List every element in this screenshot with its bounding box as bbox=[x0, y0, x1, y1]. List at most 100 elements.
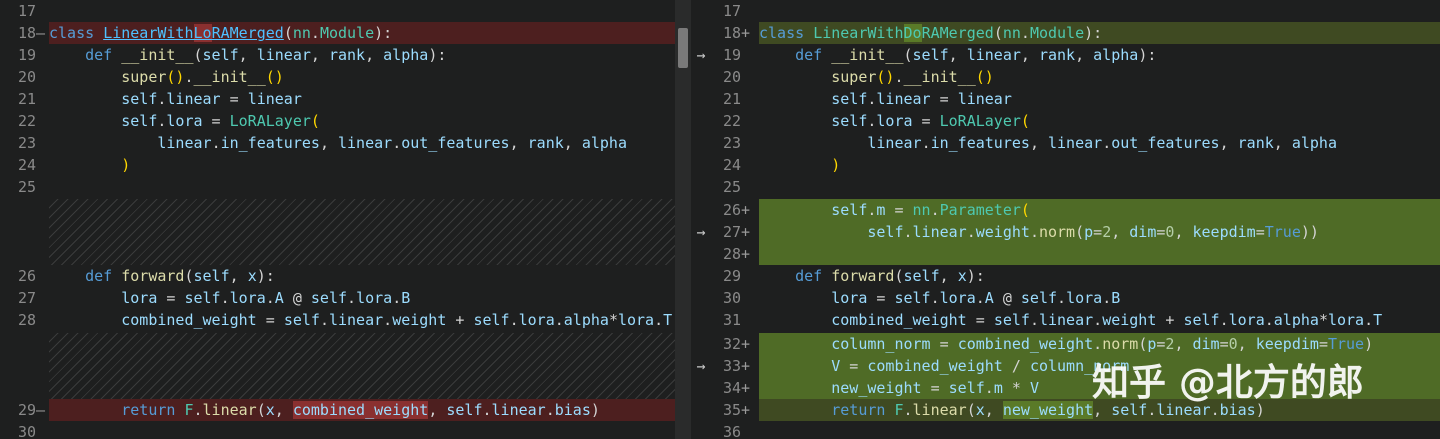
code-text bbox=[759, 243, 1440, 265]
code-line[interactable]: 17 bbox=[691, 0, 1440, 22]
line-number: 27 bbox=[722, 223, 741, 241]
line-number: 20 bbox=[17, 68, 36, 86]
scrollbar-thumb[interactable] bbox=[678, 28, 688, 68]
code-line-deleted[interactable]: 29 — return F.linear(x, combined_weight,… bbox=[0, 399, 675, 421]
line-number: 29 bbox=[722, 267, 741, 285]
code-line[interactable]: 26 def forward(self, x): bbox=[0, 265, 675, 287]
line-number: 21 bbox=[722, 90, 741, 108]
code-line[interactable]: 27 lora = self.lora.A @ self.lora.B bbox=[0, 287, 675, 309]
code-line-added[interactable]: 28 + bbox=[691, 243, 1440, 265]
code-line-added[interactable]: → 26 + self.m = nn.Parameter( bbox=[691, 199, 1440, 241]
code-line[interactable]: 19 def __init__(self, linear, rank, alph… bbox=[691, 44, 1440, 66]
code-text: self.linear.weight.norm(p=2, dim=0, keep… bbox=[759, 221, 1440, 243]
line-number: 22 bbox=[17, 112, 36, 130]
code-line[interactable]: 17 bbox=[0, 0, 675, 22]
code-line[interactable]: 22 self.lora = LoRALayer( bbox=[691, 110, 1440, 132]
code-line-added[interactable]: → 18 + class LinearWithDoRAMerged(nn.Mod… bbox=[691, 22, 1440, 64]
code-line[interactable]: 30 lora = self.lora.A @ self.lora.B bbox=[691, 287, 1440, 309]
code-text: super().__init__() bbox=[121, 68, 284, 86]
line-number: 33 bbox=[722, 357, 741, 375]
deletion-marker: — bbox=[36, 401, 46, 419]
code-line[interactable]: 24 ) bbox=[0, 154, 675, 176]
code-text: self.m = nn.Parameter( bbox=[759, 199, 1440, 221]
code-line[interactable]: 29 def forward(self, x): bbox=[691, 265, 1440, 287]
line-number: 25 bbox=[722, 178, 741, 196]
code-line[interactable]: 22 self.lora = LoRALayer( bbox=[0, 110, 675, 132]
line-number: 20 bbox=[722, 68, 741, 86]
code-text: def __init__(self, linear, rank, alpha): bbox=[795, 46, 1157, 64]
code-line[interactable]: 20 super().__init__() bbox=[0, 66, 675, 88]
line-number: 17 bbox=[17, 2, 36, 20]
deletion-marker: — bbox=[36, 24, 46, 42]
line-number: 19 bbox=[722, 46, 741, 64]
watermark-text: 知乎 @北方的郎 bbox=[1092, 361, 1364, 404]
code-line[interactable]: 36 bbox=[691, 421, 1440, 439]
code-line[interactable]: 31 combined_weight = self.linear.weight … bbox=[691, 309, 1440, 331]
line-number: 30 bbox=[722, 289, 741, 307]
code-line-added[interactable]: 27 + self.linear.weight.norm(p=2, dim=0,… bbox=[691, 221, 1440, 243]
code-line[interactable]: 25 bbox=[691, 176, 1440, 198]
line-number: 36 bbox=[722, 423, 741, 439]
line-number: 19 bbox=[17, 46, 36, 64]
line-number: 23 bbox=[17, 134, 36, 152]
code-text: class LinearWithDoRAMerged(nn.Module): bbox=[759, 22, 1440, 44]
addition-marker: + bbox=[741, 401, 751, 419]
code-line[interactable]: 23 linear.in_features, linear.out_featur… bbox=[0, 132, 675, 154]
line-number: 34 bbox=[722, 379, 741, 397]
code-line[interactable]: 24 ) bbox=[691, 154, 1440, 176]
code-text: combined_weight = self.linear.weight + s… bbox=[831, 311, 1383, 329]
line-number: 29 bbox=[17, 401, 36, 419]
line-number: 24 bbox=[722, 156, 741, 174]
code-text: self.lora = LoRALayer( bbox=[121, 112, 320, 130]
code-text: self.linear = linear bbox=[831, 90, 1012, 108]
code-text: def __init__(self, linear, rank, alpha): bbox=[85, 46, 447, 64]
code-line[interactable]: 23 linear.in_features, linear.out_featur… bbox=[691, 132, 1440, 154]
code-text: return F.linear(x, combined_weight, self… bbox=[49, 399, 675, 421]
line-number: 27 bbox=[17, 289, 36, 307]
addition-marker: + bbox=[741, 379, 751, 397]
code-text: linear.in_features, linear.out_features,… bbox=[867, 134, 1337, 152]
line-number: 22 bbox=[722, 112, 741, 130]
line-number: 32 bbox=[722, 335, 741, 353]
code-text: linear.in_features, linear.out_features,… bbox=[157, 134, 627, 152]
line-number: 17 bbox=[722, 2, 741, 20]
code-line[interactable]: 19 def __init__(self, linear, rank, alph… bbox=[0, 44, 675, 66]
code-line-deleted[interactable]: 18 — class LinearWithLoRAMerged(nn.Modul… bbox=[0, 22, 675, 44]
code-text: combined_weight = self.linear.weight + s… bbox=[121, 311, 673, 329]
line-number: 35 bbox=[722, 401, 741, 419]
line-number: 26 bbox=[17, 267, 36, 285]
code-line[interactable]: 28 combined_weight = self.linear.weight … bbox=[0, 309, 675, 331]
addition-marker: + bbox=[741, 223, 751, 241]
addition-marker: + bbox=[741, 245, 751, 263]
code-line[interactable]: 30 bbox=[0, 421, 675, 439]
line-number: 25 bbox=[17, 178, 36, 196]
addition-marker: + bbox=[741, 335, 751, 353]
addition-marker: + bbox=[741, 24, 751, 42]
line-number: 18 bbox=[722, 24, 741, 42]
line-number: 23 bbox=[722, 134, 741, 152]
line-number: 30 bbox=[17, 423, 36, 439]
diff-scrollbar[interactable] bbox=[675, 0, 691, 439]
code-text: self.linear = linear bbox=[121, 90, 302, 108]
addition-marker: + bbox=[741, 357, 751, 375]
code-text: def forward(self, x): bbox=[795, 267, 985, 285]
code-line[interactable]: 20 super().__init__() bbox=[691, 66, 1440, 88]
code-line[interactable]: 25 bbox=[0, 176, 675, 198]
line-number: 21 bbox=[17, 90, 36, 108]
code-text: def forward(self, x): bbox=[85, 267, 275, 285]
diff-filler-hatch bbox=[49, 333, 675, 399]
line-number: 18 bbox=[17, 24, 36, 42]
line-number: 31 bbox=[722, 311, 741, 329]
code-text: lora = self.lora.A @ self.lora.B bbox=[121, 289, 411, 307]
line-number: 28 bbox=[722, 245, 741, 263]
addition-marker: + bbox=[741, 201, 751, 219]
code-text: lora = self.lora.A @ self.lora.B bbox=[831, 289, 1121, 307]
left-diff-pane[interactable]: 17 18 — class LinearWithLoRAMerged(nn.Mo… bbox=[0, 0, 675, 439]
code-line[interactable]: 21 self.linear = linear bbox=[691, 88, 1440, 110]
code-text: ) bbox=[121, 156, 131, 174]
code-text: ) bbox=[831, 156, 841, 174]
code-line[interactable]: 21 self.linear = linear bbox=[0, 88, 675, 110]
code-text: super().__init__() bbox=[831, 68, 994, 86]
code-text: self.lora = LoRALayer( bbox=[831, 112, 1030, 130]
line-number: 26 bbox=[722, 201, 741, 219]
